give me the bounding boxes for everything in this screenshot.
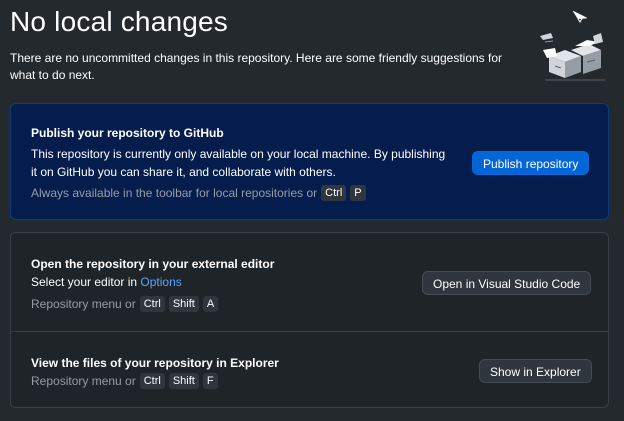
open-editor-row: Open the repository in your external edi… [11,233,608,332]
select-editor-prefix: Select your editor in [31,275,138,289]
publish-description: This repository is currently only availa… [31,147,446,179]
kbd-ctrl: Ctrl [321,185,347,201]
page-title: No local changes [10,6,228,37]
page-subtitle: There are no uncommitted changes in this… [10,51,503,82]
publish-hint-text: Always available in the toolbar for loca… [31,186,318,200]
kbd-ctrl: Ctrl [139,296,165,312]
actions-card: Open the repository in your external edi… [10,232,609,408]
open-editor-hint: Repository menu or Ctrl Shift A [31,296,219,312]
kbd-p: P [350,185,366,201]
no-local-changes-view: No local changes There are no uncommitte… [0,0,624,421]
show-explorer-title: View the files of your repository in Exp… [31,356,279,370]
kbd-ctrl: Ctrl [139,373,165,389]
kbd-shift: Shift [168,373,199,389]
options-link[interactable]: Options [140,275,181,289]
publish-hint: Always available in the toolbar for loca… [31,185,366,201]
show-explorer-hint-text: Repository menu or [31,374,136,388]
show-explorer-hint: Repository menu or Ctrl Shift F [31,373,218,389]
open-in-vscode-button[interactable]: Open in Visual Studio Code [422,271,592,295]
kbd-f: F [202,373,218,389]
kbd-shift: Shift [168,296,199,312]
publish-title: Publish your repository to GitHub [31,126,224,140]
open-editor-select-text: Select your editor in Options [31,273,182,291]
publish-card: Publish your repository to GitHub This r… [10,103,609,220]
open-editor-title: Open the repository in your external edi… [31,257,275,271]
show-explorer-row: View the files of your repository in Exp… [11,332,608,408]
empty-boxes-illustration-icon [540,10,605,81]
show-in-explorer-button[interactable]: Show in Explorer [479,359,592,383]
kbd-a: A [202,296,219,312]
publish-repository-button[interactable]: Publish repository [472,151,590,175]
open-editor-hint-text: Repository menu or [31,297,136,311]
